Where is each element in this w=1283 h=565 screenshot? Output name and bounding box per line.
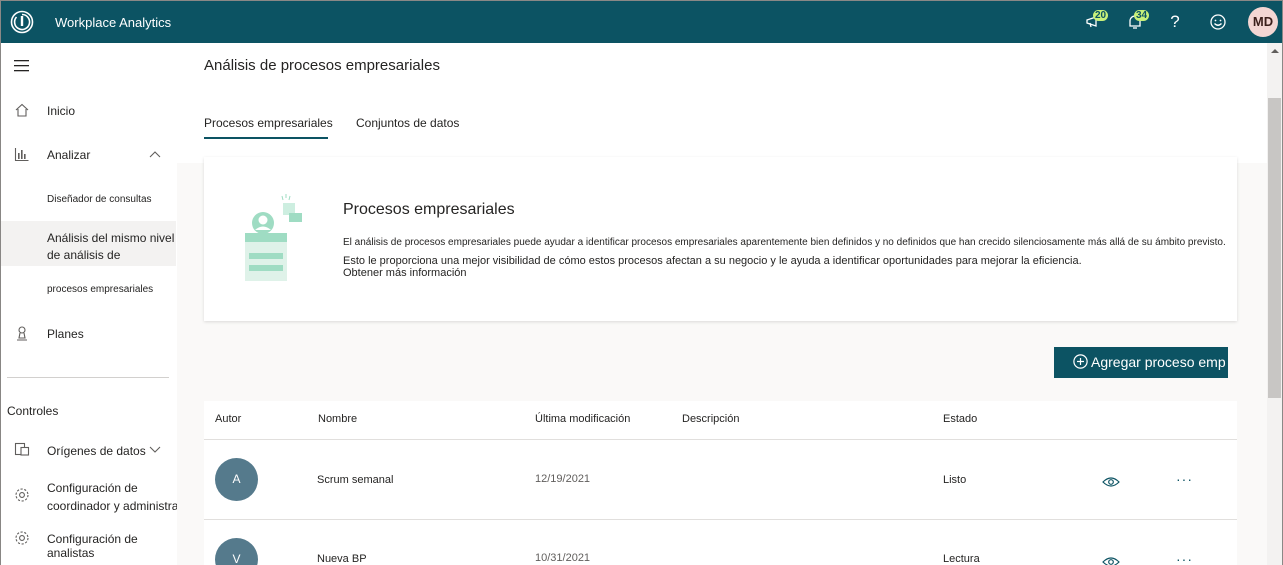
row-status: Listo xyxy=(943,474,967,486)
author-avatar: V xyxy=(215,538,258,565)
chevron-down-icon xyxy=(149,446,161,453)
notifications-badge: 34 xyxy=(1134,10,1150,21)
sidebar-subitem-disenador-consultas[interactable]: Diseñador de consultas xyxy=(47,194,152,205)
info-card: Procesos empresariales El análisis de pr… xyxy=(204,157,1237,321)
chevron-up-icon xyxy=(149,151,161,158)
help-button[interactable]: ? xyxy=(1161,8,1189,36)
scroll-up-arrow-icon[interactable] xyxy=(1271,47,1279,55)
row-status: Lectura xyxy=(943,553,980,565)
tab-procesos-empresariales[interactable]: Procesos empresariales xyxy=(204,116,333,130)
more-options-icon[interactable]: ··· xyxy=(1176,551,1193,565)
user-avatar[interactable]: MD xyxy=(1248,7,1278,37)
card-description-line: El análisis de procesos empresariales pu… xyxy=(343,237,1226,248)
settings-icon xyxy=(15,488,29,502)
notifications-button[interactable]: 34 xyxy=(1121,8,1150,36)
sidebar-item-config-analistas[interactable]: Configuración de analistas xyxy=(1,528,177,560)
tab-selected-indicator xyxy=(204,137,328,139)
tab-conjuntos-datos[interactable]: Conjuntos de datos xyxy=(356,116,459,130)
announcements-button[interactable]: 20 xyxy=(1080,8,1109,36)
app-title[interactable]: Workplace Analytics xyxy=(55,15,171,30)
row-name: Nueva BP xyxy=(317,553,367,565)
business-process-table: Autor Nombre Última modificación Descrip… xyxy=(204,401,1237,565)
settings-icon xyxy=(15,531,29,545)
business-process-illustration-icon xyxy=(245,194,302,281)
column-header-estado[interactable]: Estado xyxy=(943,413,977,425)
sidebar-item-label: Analizar xyxy=(47,148,91,162)
data-sources-icon xyxy=(14,442,30,456)
table-divider xyxy=(204,519,1237,520)
announcements-badge: 20 xyxy=(1093,10,1109,21)
controls-section-label: Controles xyxy=(7,404,59,418)
card-title: Procesos empresariales xyxy=(343,201,515,218)
sidebar-subitem-label: Análisis del mismo nivel de análisis de xyxy=(47,231,175,262)
sidebar-item-analizar[interactable]: Analizar xyxy=(1,145,177,165)
table-divider xyxy=(204,439,1237,440)
card-description-line: Esto le proporciona una mejor visibilida… xyxy=(343,255,1082,267)
column-header-autor[interactable]: Autor xyxy=(215,413,241,425)
sidebar-item-planes[interactable]: Planes xyxy=(1,324,177,344)
main-content: Análisis de procesos empresariales Proce… xyxy=(177,43,1267,565)
column-header-ultima-modificacion[interactable]: Última modificación xyxy=(535,413,630,425)
sidebar-item-label: Inicio xyxy=(47,104,76,118)
row-name: Scrum semanal xyxy=(317,474,394,486)
sidebar-item-label: Orígenes de datos xyxy=(47,444,146,458)
scrollbar-thumb[interactable] xyxy=(1268,98,1281,398)
sidebar-item-origenes-datos[interactable]: Orígenes de datos xyxy=(1,440,177,460)
add-business-process-button[interactable]: Agregar proceso emp xyxy=(1054,347,1228,378)
sidebar-subitem-procesos-empresariales[interactable]: procesos empresariales xyxy=(47,284,153,295)
row-modified: 12/19/2021 xyxy=(535,473,591,485)
top-bar: Workplace Analytics 20 34 ? MD xyxy=(1,1,1282,43)
feedback-button[interactable] xyxy=(1204,8,1232,36)
sidebar: Inicio Analizar Diseñador de consultas A… xyxy=(1,43,196,565)
column-header-nombre[interactable]: Nombre xyxy=(318,413,357,425)
sidebar-item-inicio[interactable]: Inicio xyxy=(1,101,177,121)
row-modified: 10/31/2021 xyxy=(535,552,591,564)
home-icon xyxy=(15,103,29,117)
sidebar-item-label: Configuración de analistas xyxy=(47,532,138,560)
view-eye-icon[interactable] xyxy=(1102,476,1120,488)
add-circle-icon xyxy=(1073,354,1088,369)
page-title: Análisis de procesos empresariales xyxy=(204,57,440,74)
add-button-label: Agregar proceso emp xyxy=(1091,354,1226,370)
author-avatar: A xyxy=(215,458,258,501)
hamburger-menu-icon[interactable] xyxy=(14,60,30,72)
sidebar-item-label: Configuración de coordinador y administr… xyxy=(47,481,196,513)
workplace-analytics-logo-icon xyxy=(10,10,34,34)
column-header-descripcion[interactable]: Descripción xyxy=(682,413,739,425)
view-eye-icon[interactable] xyxy=(1102,556,1120,565)
card-description: El análisis de procesos empresariales pu… xyxy=(343,233,1243,271)
help-icon: ? xyxy=(1170,12,1180,31)
sidebar-divider xyxy=(7,377,169,378)
more-options-icon[interactable]: ··· xyxy=(1176,471,1193,487)
sidebar-item-label: Planes xyxy=(47,327,84,341)
smiley-icon xyxy=(1210,14,1226,30)
sidebar-item-config-coordinador[interactable]: Configuración de coordinador y administr… xyxy=(1,477,196,515)
learn-more-link[interactable]: Obtener más información xyxy=(343,267,467,279)
sidebar-subitem-analisis-nivel[interactable]: Análisis del mismo nivel de análisis de xyxy=(1,221,176,266)
chart-icon xyxy=(14,148,29,162)
plans-icon xyxy=(17,326,27,341)
